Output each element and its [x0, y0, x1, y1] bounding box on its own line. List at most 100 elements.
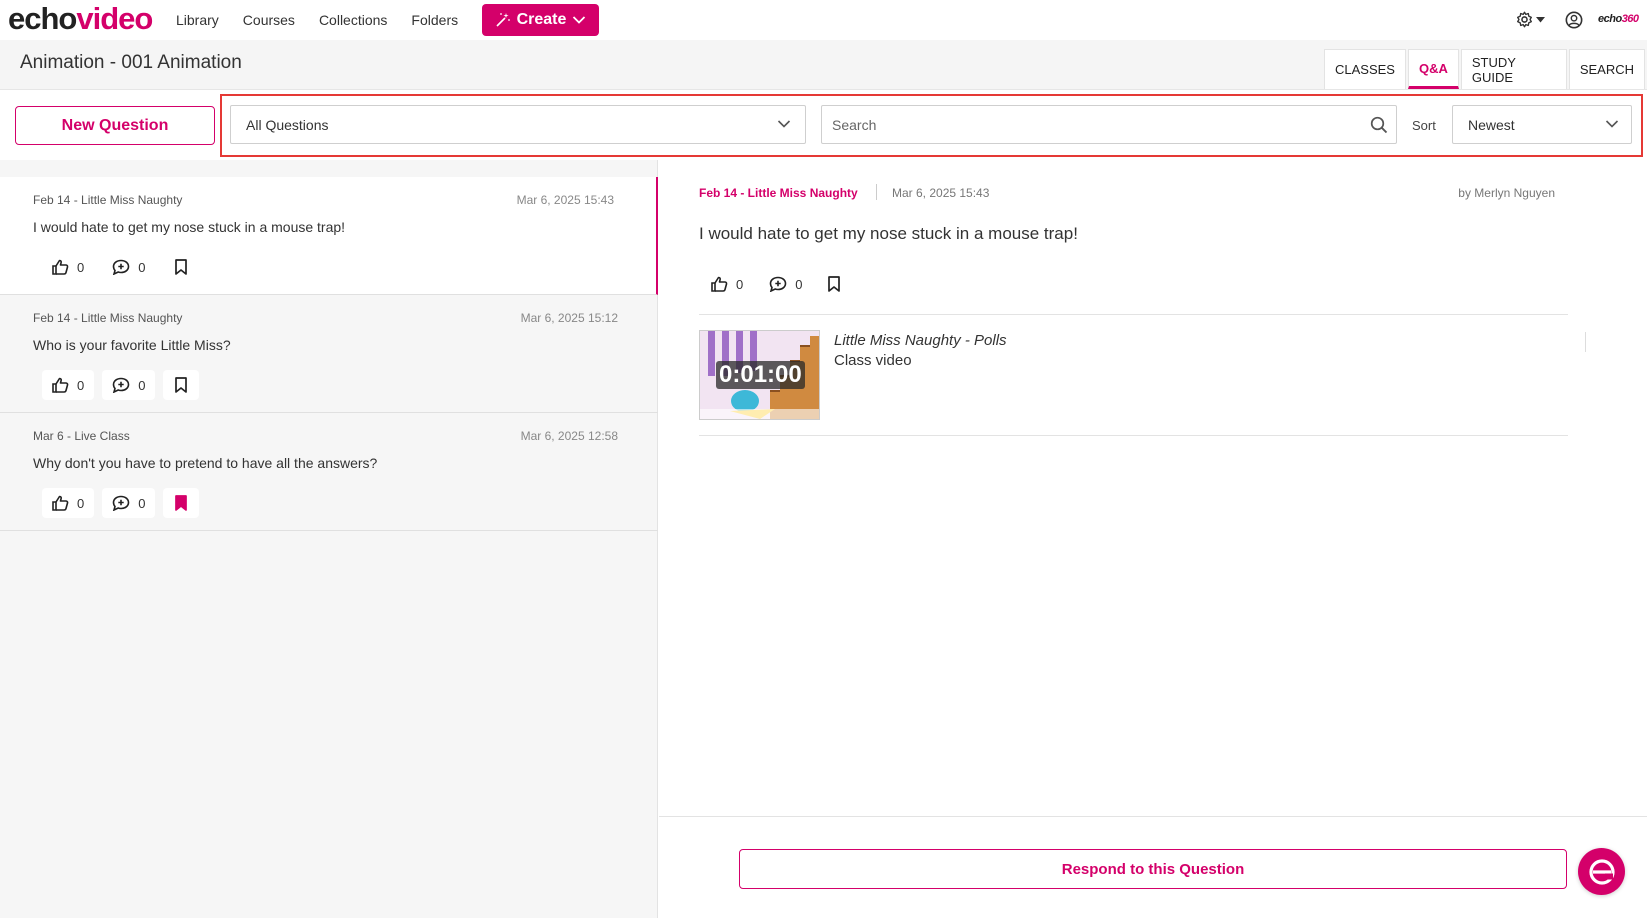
like-button[interactable]: 0 [42, 370, 95, 400]
gear-icon [1516, 11, 1533, 28]
search-input[interactable] [822, 106, 1342, 143]
question-list-item[interactable]: Feb 14 - Little Miss Naughty Mar 6, 2025… [0, 295, 658, 413]
detail-question-text: I would hate to get my nose stuck in a m… [699, 224, 1078, 243]
new-question-button[interactable]: New Question [15, 106, 215, 145]
chevron-down-icon [572, 15, 586, 25]
like-button[interactable]: 0 [42, 488, 95, 518]
question-filter-select[interactable]: All Questions [230, 105, 806, 144]
reply-button[interactable]: 0 [102, 252, 156, 282]
video-thumbnail[interactable]: 0:01:00 [699, 330, 820, 420]
like-count: 0 [77, 495, 85, 511]
magic-wand-icon [495, 12, 511, 28]
nav-library[interactable]: Library [176, 12, 219, 28]
sort-select[interactable]: Newest [1452, 105, 1632, 144]
create-button[interactable]: Create [482, 4, 599, 36]
nav-collections[interactable]: Collections [319, 12, 387, 28]
detail-actions: 0 0 [711, 276, 841, 292]
bookmark-button[interactable] [828, 276, 841, 292]
question-actions: 0 0 [42, 488, 200, 518]
divider [1585, 332, 1586, 352]
create-label: Create [516, 11, 567, 28]
search-icon[interactable] [1370, 116, 1388, 134]
nav-courses[interactable]: Courses [243, 12, 295, 28]
top-navigation: echovideo Library Courses Collections Fo… [0, 0, 1647, 40]
like-count: 0 [736, 276, 744, 292]
comment-add-icon [112, 377, 130, 393]
section-tabs: CLASSES Q&A STUDY GUIDE SEARCH [1324, 49, 1647, 90]
reply-button[interactable]: 0 [102, 488, 156, 518]
like-count: 0 [77, 259, 85, 275]
linked-video-card[interactable]: 0:01:00 Little Miss Naughty - Polls Clas… [699, 330, 1586, 426]
sort-value: Newest [1468, 116, 1515, 133]
nav-links: Library Courses Collections Folders [176, 0, 482, 40]
question-list-item[interactable]: Feb 14 - Little Miss Naughty Mar 6, 2025… [0, 177, 658, 295]
echovideo-logo[interactable]: echovideo [8, 1, 153, 37]
reply-count: 0 [795, 276, 803, 292]
tab-qa[interactable]: Q&A [1407, 49, 1459, 89]
reply-count: 0 [138, 495, 146, 511]
page-title: Animation - 001 Animation [20, 52, 242, 73]
question-course: Feb 14 - Little Miss Naughty [33, 193, 183, 207]
thumbs-up-icon [52, 377, 69, 393]
qa-toolbar: New Question All Questions Sort Newest [0, 91, 1647, 160]
question-list: Feb 14 - Little Miss Naughty Mar 6, 2025… [0, 160, 658, 918]
chevron-down-icon [1605, 119, 1619, 129]
comment-add-icon [769, 276, 787, 292]
echo-e-icon [1588, 858, 1616, 886]
reply-button[interactable]: 0 [769, 276, 802, 292]
divider [699, 314, 1568, 315]
reply-count: 0 [138, 377, 146, 393]
echo360-logo: echo360 [1598, 13, 1639, 25]
sort-label: Sort [1412, 118, 1436, 133]
chevron-down-icon [777, 119, 791, 129]
question-text: Who is your favorite Little Miss? [33, 337, 231, 353]
bookmark-button[interactable] [163, 252, 200, 282]
tab-search[interactable]: SEARCH [1568, 49, 1645, 89]
user-account-icon[interactable] [1565, 11, 1583, 29]
tab-classes[interactable]: CLASSES [1324, 49, 1406, 89]
echo-help-button[interactable] [1578, 848, 1625, 895]
nav-folders[interactable]: Folders [411, 12, 458, 28]
detail-course-link[interactable]: Feb 14 - Little Miss Naughty [699, 186, 858, 200]
like-count: 0 [77, 377, 85, 393]
filter-value: All Questions [246, 116, 329, 133]
question-actions: 0 0 [42, 370, 200, 400]
like-button[interactable]: 0 [711, 276, 743, 292]
search-field [821, 105, 1397, 144]
thumbs-up-icon [52, 259, 69, 275]
question-course: Mar 6 - Live Class [33, 429, 130, 443]
question-date: Mar 6, 2025 15:43 [516, 193, 614, 207]
respond-footer: Respond to this Question [659, 816, 1647, 918]
divider [699, 435, 1568, 436]
detail-author: by Merlyn Nguyen [1458, 186, 1555, 200]
bookmark-filled-icon [175, 495, 188, 511]
tab-study-guide[interactable]: STUDY GUIDE [1460, 49, 1567, 89]
question-text: I would hate to get my nose stuck in a m… [33, 219, 346, 235]
bookmark-button[interactable] [163, 488, 200, 518]
question-text: Why don't you have to pretend to have al… [33, 455, 378, 471]
video-timestamp: 0:01:00 [716, 361, 805, 389]
bookmark-icon [828, 276, 841, 292]
like-button[interactable]: 0 [42, 252, 95, 282]
video-subtitle: Class video [834, 352, 912, 369]
detail-date: Mar 6, 2025 15:43 [892, 186, 990, 200]
video-title: Little Miss Naughty - Polls [834, 332, 1007, 349]
comment-add-icon [112, 259, 130, 275]
comment-add-icon [112, 495, 130, 511]
question-list-item[interactable]: Mar 6 - Live Class Mar 6, 2025 12:58 Why… [0, 413, 658, 531]
respond-button[interactable]: Respond to this Question [739, 849, 1567, 889]
bookmark-icon [175, 377, 188, 393]
question-date: Mar 6, 2025 12:58 [520, 429, 618, 443]
divider [876, 184, 877, 200]
question-course: Feb 14 - Little Miss Naughty [33, 311, 183, 325]
settings-menu[interactable] [1516, 11, 1545, 28]
question-date: Mar 6, 2025 15:12 [520, 311, 618, 325]
question-detail: Feb 14 - Little Miss Naughty Mar 6, 2025… [659, 160, 1647, 918]
caret-down-icon [1536, 16, 1545, 23]
bookmark-button[interactable] [163, 370, 200, 400]
thumbs-up-icon [52, 495, 69, 511]
thumbs-up-icon [711, 276, 728, 292]
reply-button[interactable]: 0 [102, 370, 156, 400]
bookmark-icon [175, 259, 188, 275]
course-header: Animation - 001 Animation CLASSES Q&A ST… [0, 40, 1647, 90]
